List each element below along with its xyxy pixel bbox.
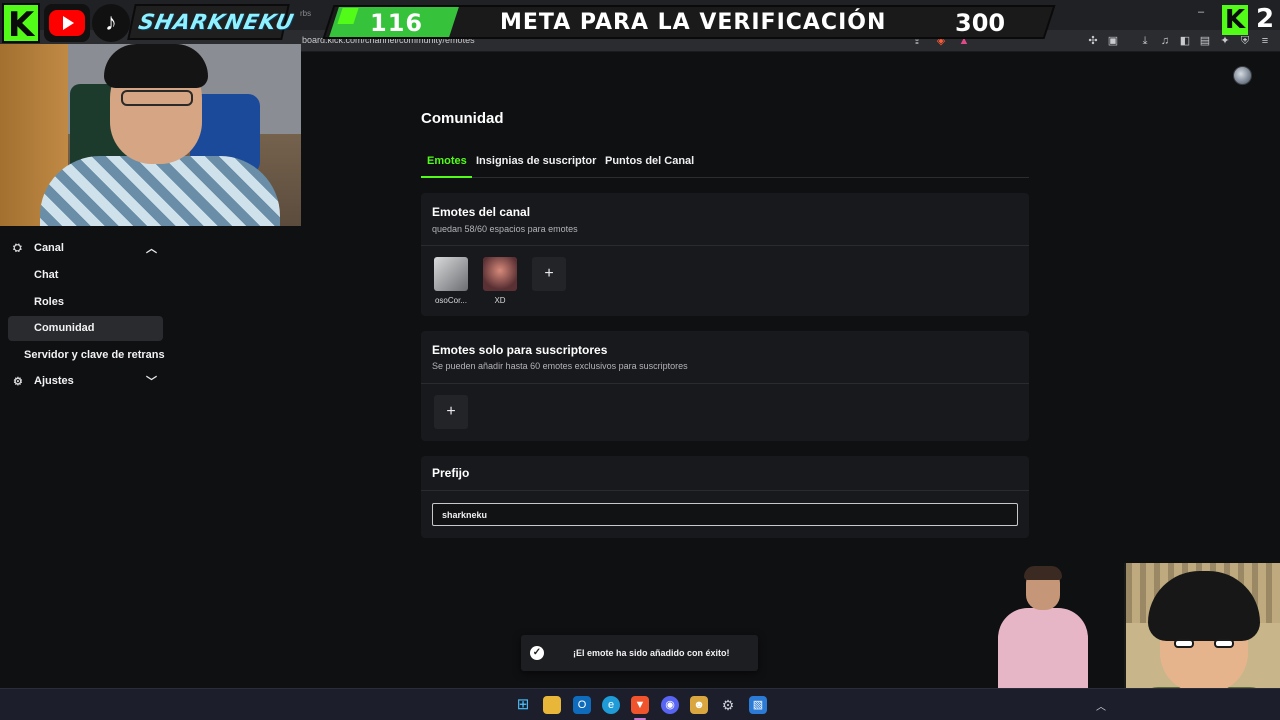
sidebar-item-ajustes[interactable]: ⚙ Ajustes ﹀ — [8, 369, 163, 394]
user-avatar[interactable] — [1233, 66, 1252, 85]
minimize-icon[interactable]: – — [1198, 6, 1204, 18]
sidebar-item-servidor[interactable]: Servidor y clave de retrans — [8, 343, 165, 368]
windows-start-icon[interactable]: ⊞ — [514, 696, 532, 714]
corner-count: 2 — [1256, 4, 1275, 34]
prefix-card: Prefijo — [421, 456, 1029, 538]
sidebar-item-comunidad[interactable]: Comunidad — [8, 316, 163, 341]
media-icon[interactable]: ♫ — [1158, 34, 1172, 48]
tab-group-icon[interactable]: ▣ — [1106, 34, 1120, 48]
card-title: Prefijo — [432, 466, 470, 480]
chevron-up-icon: ︿ — [146, 243, 157, 255]
settings-icon[interactable]: ⚙ — [719, 696, 737, 714]
screen: rbs board.kick.com/channel/community/emo… — [0, 0, 1280, 720]
card-subtitle: Se pueden añadir hasta 60 emotes exclusi… — [432, 361, 688, 371]
channel-emotes-card: Emotes del canal quedan 58/60 espacios p… — [421, 193, 1029, 316]
leo-icon[interactable]: ✦ — [1218, 34, 1232, 48]
sidebar-item-chat[interactable]: Chat — [8, 263, 163, 288]
youtube-logo-icon — [44, 4, 90, 42]
sidebar-toggle-icon[interactable]: ◧ — [1178, 34, 1192, 48]
sidebar-item-canal[interactable]: ⛭ Canal ︿ — [8, 236, 163, 261]
goal-target: 300 — [955, 9, 1006, 37]
goal-banner: 116 META PARA LA VERIFICACIÓN 300 — [300, 5, 1060, 39]
streamer-name-logo: SHARKNEKU — [127, 4, 296, 40]
emote-name: XD — [494, 296, 506, 305]
check-icon: ✓ — [530, 646, 544, 660]
add-emote-button[interactable]: + — [532, 257, 566, 291]
file-explorer-icon[interactable] — [543, 696, 561, 714]
tray-chevron-icon[interactable]: ︿ — [1096, 698, 1106, 713]
toast-message: ¡El emote ha sido añadido con éxito! — [573, 648, 730, 658]
tiktok-logo-icon: ♪ — [92, 4, 130, 42]
emote-thumbnail[interactable] — [483, 257, 517, 291]
card-title: Emotes del canal — [432, 205, 531, 219]
active-tab-indicator — [421, 176, 472, 178]
discord-icon[interactable]: ◉ — [661, 696, 679, 714]
download-icon[interactable]: ⤓ — [1138, 34, 1152, 48]
app-icon[interactable]: ☻ — [690, 696, 708, 714]
sidebar-item-roles[interactable]: Roles — [8, 290, 163, 315]
kick-logo-icon: K — [2, 3, 40, 45]
card-title: Emotes solo para suscriptores — [432, 343, 608, 357]
prefix-input[interactable] — [432, 503, 1018, 526]
gear-icon: ⚙ — [13, 376, 23, 388]
tab-insignias[interactable]: Insignias de suscriptor — [476, 155, 596, 167]
taskbar: ⊞ O e ▼ ◉ ☻ ⚙ ▧ ︿ — [0, 688, 1280, 720]
kick-corner-icon: K — [1222, 5, 1248, 35]
edge-icon[interactable]: e — [602, 696, 620, 714]
emote-thumbnail[interactable] — [434, 257, 468, 291]
tab-bar: Emotes Insignias de suscriptor Puntos de… — [421, 150, 1029, 178]
channel-icon: ⛭ — [13, 242, 22, 254]
photos-icon[interactable]: ▧ — [749, 696, 767, 714]
card-subtitle: quedan 58/60 espacios para emotes — [432, 224, 578, 234]
tab-puntos[interactable]: Puntos del Canal — [605, 155, 694, 167]
wallet-icon[interactable]: ▤ — [1198, 34, 1212, 48]
goal-current: 116 — [370, 9, 424, 37]
extensions-icon[interactable]: ✣ — [1086, 34, 1100, 48]
success-toast: ✓ ¡El emote ha sido añadido con éxito! — [521, 635, 758, 671]
page-title: Comunidad — [421, 110, 504, 127]
add-sub-emote-button[interactable]: + — [434, 395, 468, 429]
goal-label: META PARA LA VERIFICACIÓN — [500, 10, 887, 35]
vpn-icon[interactable]: ⛨ — [1238, 34, 1252, 48]
chevron-down-icon: ﹀ — [146, 376, 157, 388]
webcam-feed — [0, 44, 301, 226]
emote-name: osoCor... — [434, 296, 467, 305]
brave-icon[interactable]: ▼ — [631, 696, 649, 714]
sub-emotes-card: Emotes solo para suscriptores Se pueden … — [421, 331, 1029, 441]
menu-icon[interactable]: ≡ — [1258, 34, 1272, 48]
outlook-icon[interactable]: O — [573, 696, 591, 714]
tab-emotes[interactable]: Emotes — [427, 155, 467, 167]
